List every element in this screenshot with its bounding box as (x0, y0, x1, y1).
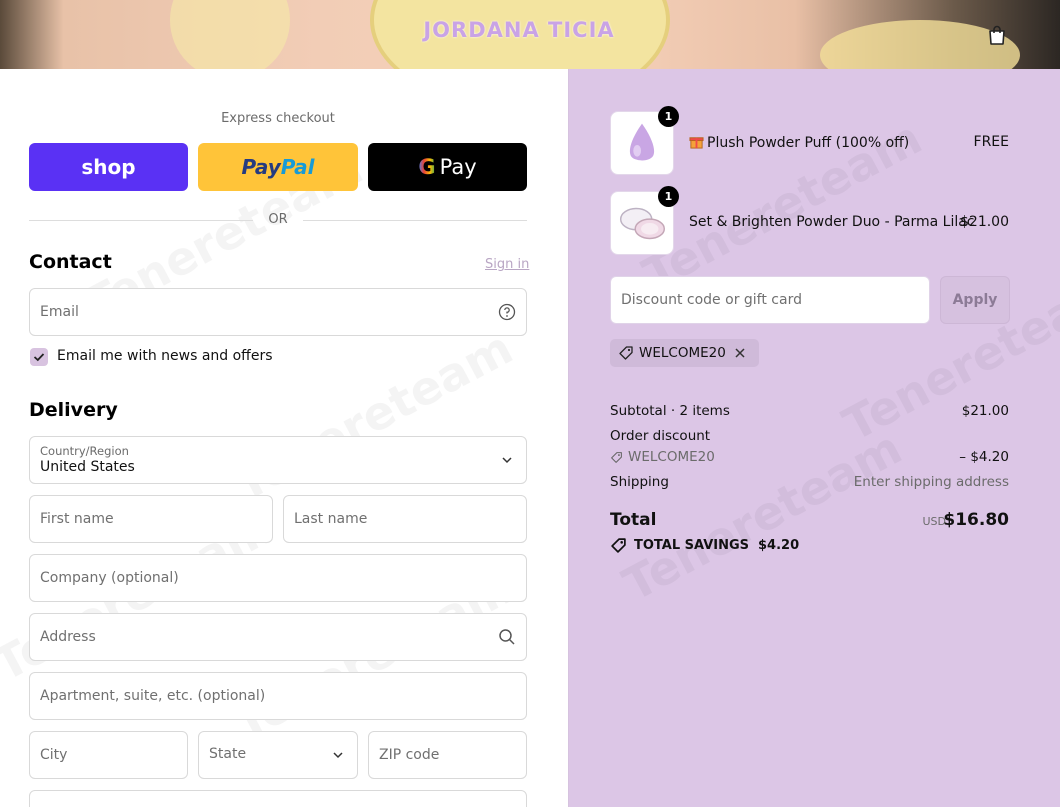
delivery-title: Delivery (29, 399, 118, 421)
google-g-icon: G (418, 155, 436, 179)
zip-placeholder: ZIP code (379, 747, 440, 763)
shop-pay-label: shop (81, 155, 136, 179)
line-item-name: Set & Brighten Powder Duo - Parma Lilac (689, 214, 975, 230)
or-label: OR (268, 212, 288, 227)
state-select[interactable]: State (198, 731, 358, 779)
subtotal-value: $21.00 (961, 403, 1009, 419)
order-summary: Tenereteam Tenereteam Tenereteam 1 Plush… (568, 69, 1060, 807)
order-discount-code-text: WELCOME20 (628, 449, 715, 465)
address-placeholder: Address (40, 629, 96, 645)
shop-pay-button[interactable]: shop (29, 143, 188, 191)
discount-placeholder: Discount code or gift card (621, 292, 802, 308)
header-banner: JORDANA TICIA (0, 0, 1060, 69)
quantity-badge: 1 (658, 106, 679, 127)
address-field[interactable]: Address (29, 613, 527, 661)
checkout-form: Tenereteam Tenereteam Tenereteam Teneret… (0, 69, 568, 807)
discount-code-input[interactable]: Discount code or gift card (610, 276, 930, 324)
apartment-field[interactable]: Apartment, suite, etc. (optional) (29, 672, 527, 720)
store-logo[interactable]: JORDANA TICIA (0, 18, 1038, 42)
savings-label: TOTAL SAVINGS (634, 538, 750, 553)
shopping-bag-icon[interactable] (986, 24, 1008, 46)
divider (29, 220, 253, 221)
last-name-placeholder: Last name (294, 511, 368, 527)
savings-value: $4.20 (758, 538, 800, 553)
tag-icon (611, 538, 626, 553)
applied-code-text: WELCOME20 (639, 345, 726, 361)
paypal-label-part1: Pay (241, 155, 281, 179)
newsletter-checkbox[interactable] (30, 348, 48, 366)
line-item-price: $21.00 (960, 214, 1009, 230)
order-discount-label: Order discount (610, 428, 711, 444)
country-label: Country/Region (40, 444, 129, 458)
total-savings: TOTAL SAVINGS $4.20 (610, 537, 799, 554)
tag-icon (611, 451, 622, 463)
applied-discount-chip: WELCOME20 (610, 339, 759, 367)
remove-discount-icon[interactable] (734, 347, 746, 359)
company-field[interactable]: Company (optional) (29, 554, 527, 602)
line-item-price: FREE (973, 134, 1009, 150)
gift-icon (689, 137, 704, 149)
total-value: $16.80 (943, 510, 1009, 530)
google-pay-label: Pay (439, 155, 477, 179)
checkmark-icon (33, 353, 45, 362)
email-placeholder: Email (40, 304, 79, 320)
city-placeholder: City (40, 747, 68, 763)
search-icon (499, 629, 515, 645)
state-placeholder: State (209, 746, 247, 762)
first-name-placeholder: First name (40, 511, 114, 527)
total-label: Total (610, 510, 657, 530)
help-icon[interactable] (498, 303, 516, 321)
google-pay-button[interactable]: G Pay (368, 143, 527, 191)
sign-in-link[interactable]: Sign in (485, 257, 529, 272)
apply-discount-button[interactable]: Apply (940, 276, 1010, 324)
line-item-name-text: Plush Powder Puff (100% off) (707, 135, 910, 151)
first-name-field[interactable]: First name (29, 495, 273, 543)
chevron-down-icon (333, 752, 343, 759)
shipping-value: Enter shipping address (853, 474, 1009, 490)
subtotal-label: Subtotal · 2 items (610, 403, 730, 419)
express-checkout-title: Express checkout (221, 111, 335, 126)
newsletter-label: Email me with news and offers (57, 348, 273, 364)
chevron-down-icon (502, 457, 512, 464)
city-field[interactable]: City (29, 731, 188, 779)
contact-title: Contact (29, 251, 112, 273)
company-placeholder: Company (optional) (40, 570, 179, 586)
apartment-placeholder: Apartment, suite, etc. (optional) (40, 688, 266, 704)
country-select[interactable]: Country/Region United States (29, 436, 527, 484)
divider (303, 220, 527, 221)
country-value: United States (40, 459, 135, 475)
line-item-name: Plush Powder Puff (100% off) (689, 134, 909, 151)
order-discount-value: – $4.20 (959, 449, 1009, 465)
last-name-field[interactable]: Last name (283, 495, 527, 543)
shipping-label: Shipping (610, 474, 669, 490)
email-field[interactable]: Email (29, 288, 527, 336)
quantity-badge: 1 (658, 186, 679, 207)
paypal-button[interactable]: Pay Pal (198, 143, 358, 191)
phone-field[interactable] (29, 790, 527, 807)
order-discount-code: WELCOME20 (610, 449, 715, 465)
zip-field[interactable]: ZIP code (368, 731, 527, 779)
tag-icon (619, 346, 633, 360)
paypal-label-part2: Pal (280, 155, 315, 179)
